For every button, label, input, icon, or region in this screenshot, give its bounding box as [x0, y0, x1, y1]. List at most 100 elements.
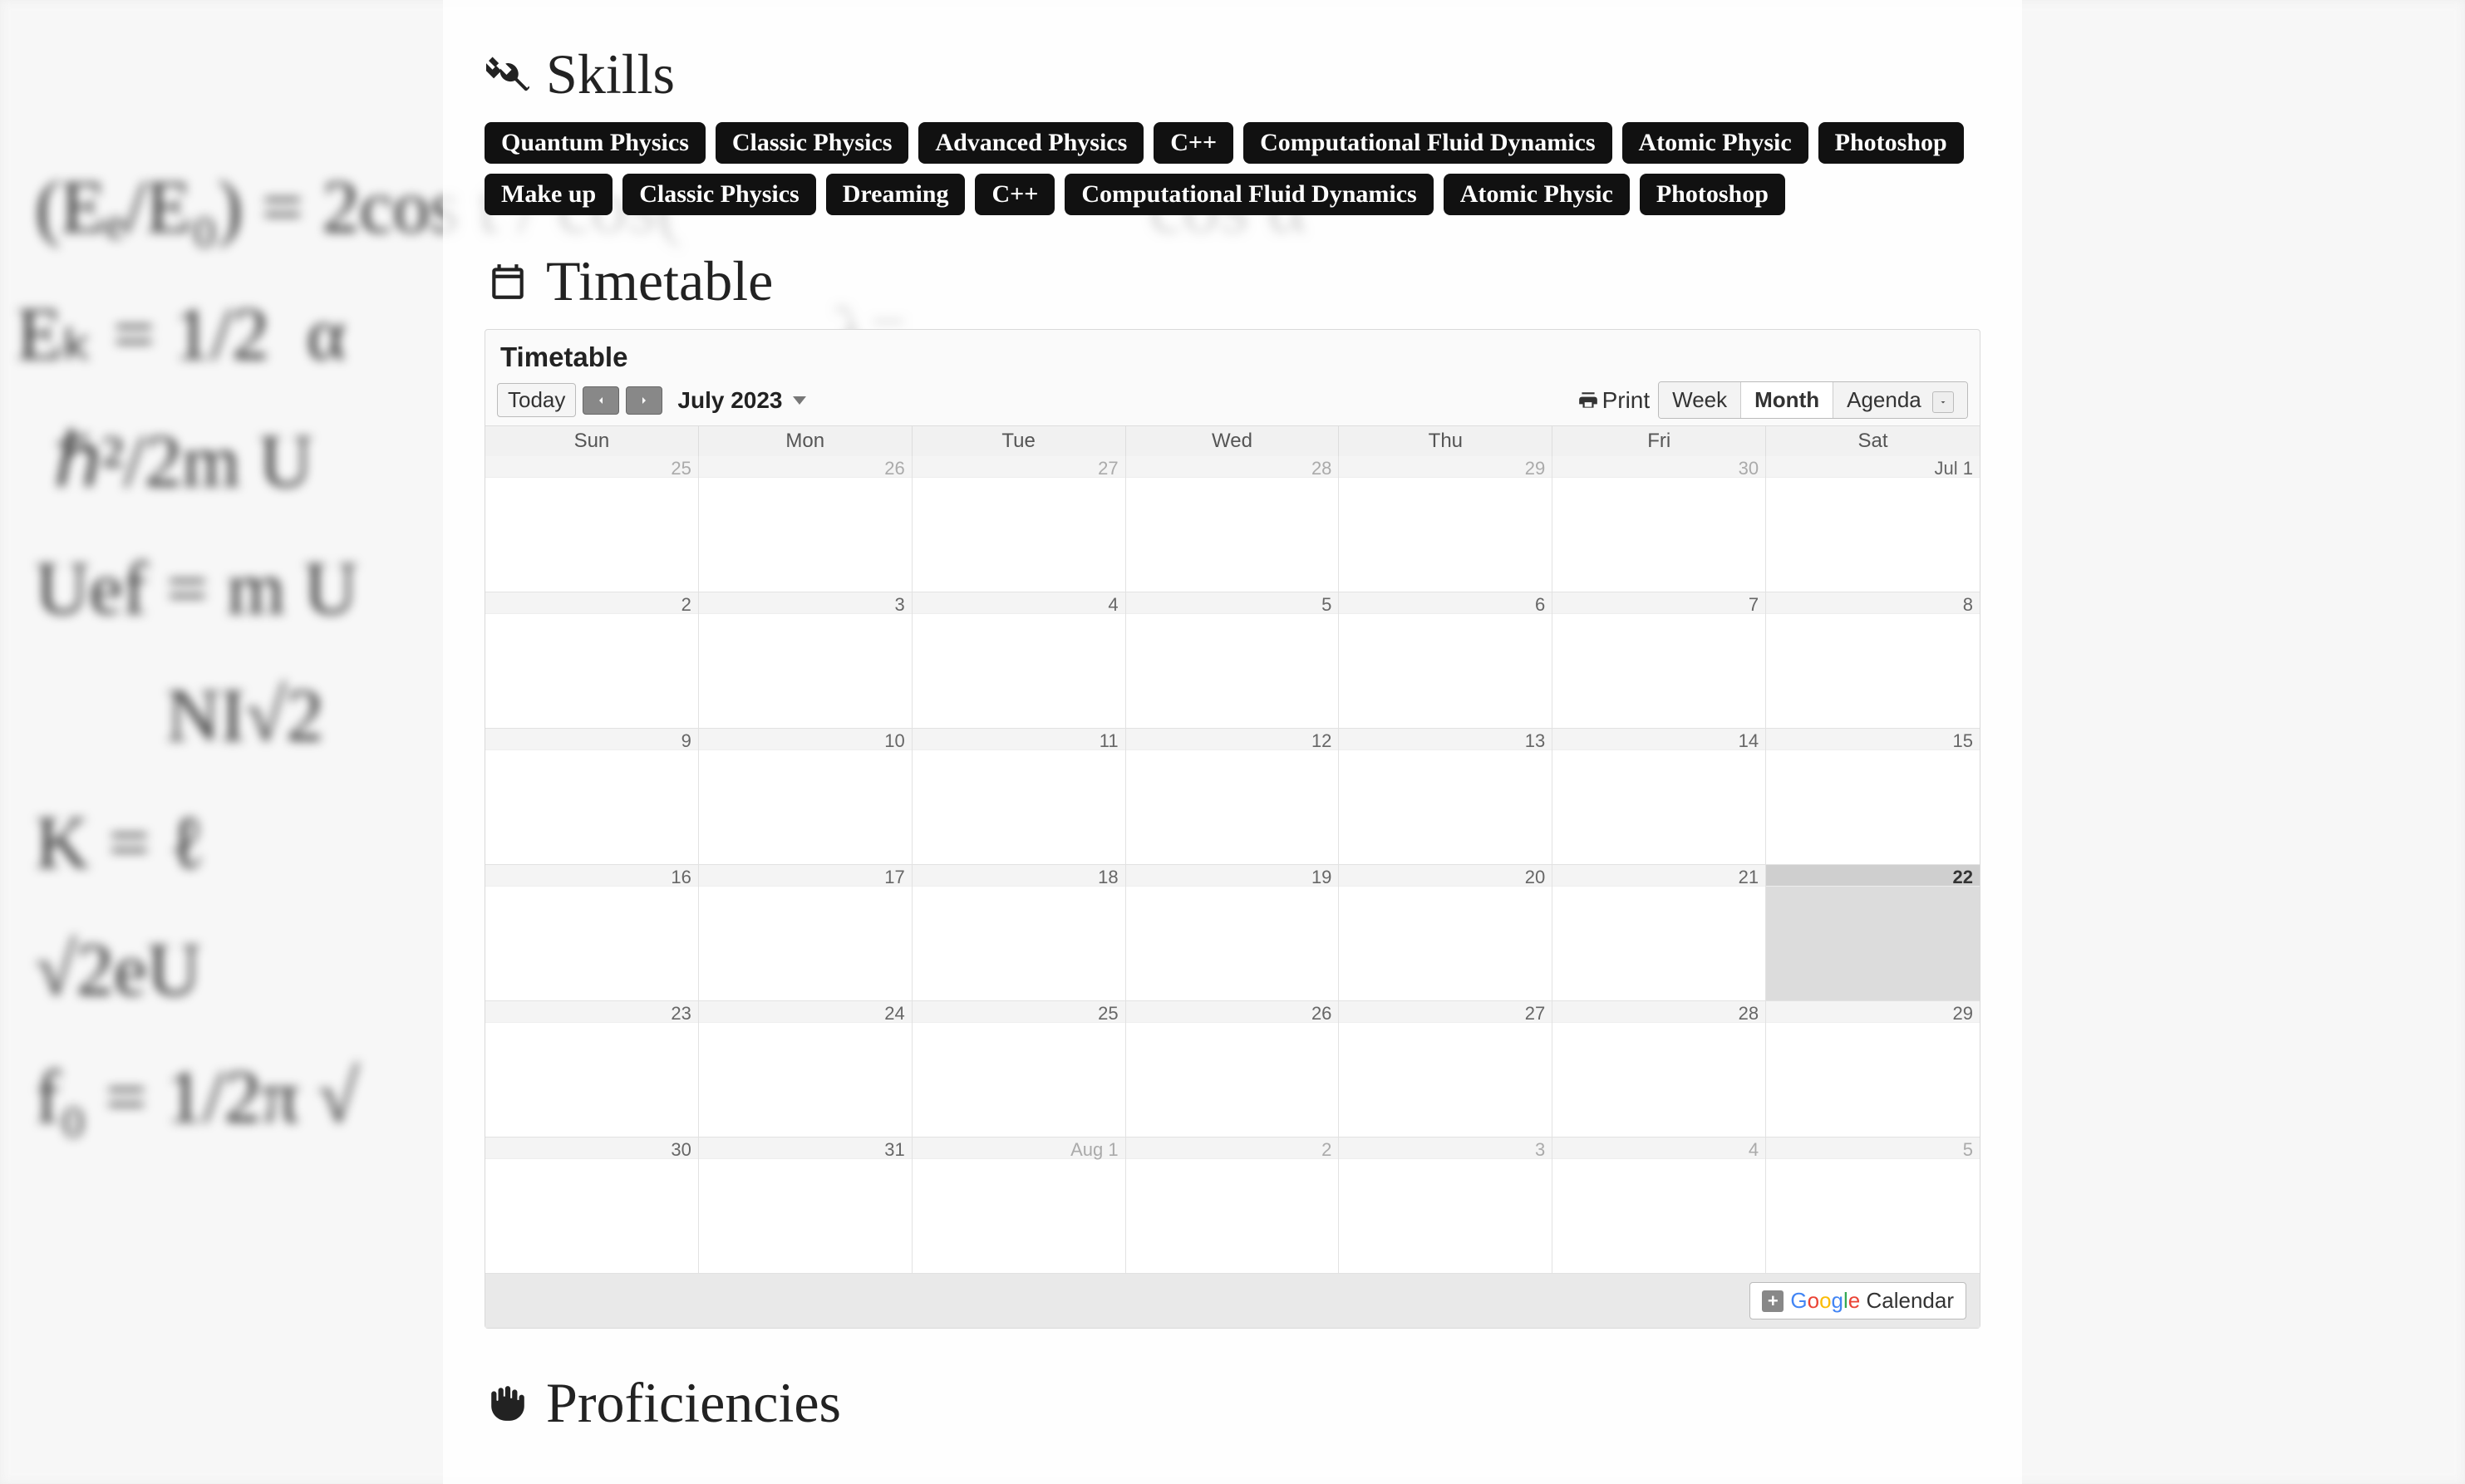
- calendar-week-row: 9101112131415: [485, 729, 1980, 865]
- calendar-day-cell[interactable]: 5: [1126, 592, 1340, 729]
- day-header: Fri: [1552, 426, 1766, 456]
- day-number: 5: [1766, 1138, 1980, 1159]
- calendar-day-cell[interactable]: 30: [1552, 456, 1766, 592]
- day-header: Sun: [485, 426, 699, 456]
- calendar-day-cell[interactable]: 25: [485, 456, 699, 592]
- calendar-day-cell[interactable]: 7: [1552, 592, 1766, 729]
- calendar-widget: Timetable Today July 2023 Print: [485, 329, 1980, 1329]
- calendar-day-cell[interactable]: 6: [1339, 592, 1552, 729]
- skill-tag: Atomic Physic: [1622, 122, 1808, 164]
- day-number: 30: [485, 1138, 698, 1159]
- skill-tag: Photoshop: [1818, 122, 1964, 164]
- skill-tag: Classic Physics: [622, 174, 816, 215]
- proficiencies-header: Proficiencies: [485, 1370, 1980, 1436]
- day-number: 3: [1339, 1138, 1552, 1159]
- calendar-day-cell[interactable]: 13: [1339, 729, 1552, 865]
- calendar-day-cell[interactable]: 4: [1552, 1138, 1766, 1274]
- add-to-google-calendar-button[interactable]: + Google Calendar: [1749, 1282, 1966, 1319]
- day-number: 29: [1766, 1001, 1980, 1023]
- day-number: 25: [485, 456, 698, 478]
- skills-tag-list: Quantum PhysicsClassic PhysicsAdvanced P…: [485, 122, 1980, 215]
- calendar-day-cell[interactable]: 21: [1552, 865, 1766, 1001]
- calendar-week-row: 16171819202122: [485, 865, 1980, 1001]
- calendar-day-cell[interactable]: 2: [1126, 1138, 1340, 1274]
- calendar-toolbar: Today July 2023 Print Week: [485, 378, 1980, 425]
- calendar-day-cell[interactable]: 9: [485, 729, 699, 865]
- calendar-day-cell[interactable]: 28: [1126, 456, 1340, 592]
- day-number: 20: [1339, 865, 1552, 887]
- calendar-day-cell[interactable]: 4: [913, 592, 1126, 729]
- calendar-week-row: 2345678: [485, 592, 1980, 729]
- calendar-day-cell[interactable]: 16: [485, 865, 699, 1001]
- calendar-day-cell[interactable]: 8: [1766, 592, 1980, 729]
- day-number: 24: [699, 1001, 912, 1023]
- calendar-day-cell[interactable]: 10: [699, 729, 913, 865]
- calendar-icon: [485, 258, 531, 305]
- calendar-day-cell[interactable]: 11: [913, 729, 1126, 865]
- timetable-title: Timetable: [546, 248, 773, 314]
- view-tab-agenda[interactable]: Agenda: [1833, 382, 1967, 418]
- month-selector[interactable]: July 2023: [677, 387, 805, 414]
- calendar-day-cell[interactable]: 30: [485, 1138, 699, 1274]
- skill-tag: Dreaming: [826, 174, 966, 215]
- day-number: Aug 1: [913, 1138, 1125, 1159]
- prev-month-button[interactable]: [583, 386, 619, 415]
- calendar-day-cell[interactable]: 31: [699, 1138, 913, 1274]
- skill-tag: Classic Physics: [716, 122, 909, 164]
- day-number: 16: [485, 865, 698, 887]
- skill-tag: C++: [975, 174, 1055, 215]
- calendar-day-cell[interactable]: 28: [1552, 1001, 1766, 1138]
- day-number: 31: [699, 1138, 912, 1159]
- today-button[interactable]: Today: [497, 383, 576, 417]
- day-header: Thu: [1339, 426, 1552, 456]
- skill-tag: Advanced Physics: [918, 122, 1144, 164]
- calendar-day-cell[interactable]: 17: [699, 865, 913, 1001]
- print-button[interactable]: Print: [1577, 387, 1651, 414]
- calendar-day-cell[interactable]: 3: [699, 592, 913, 729]
- calendar-day-cell[interactable]: 24: [699, 1001, 913, 1138]
- calendar-day-cell[interactable]: 3: [1339, 1138, 1552, 1274]
- calendar-day-cell[interactable]: 20: [1339, 865, 1552, 1001]
- calendar-day-cell[interactable]: Aug 1: [913, 1138, 1126, 1274]
- timetable-header: Timetable: [485, 248, 1980, 314]
- calendar-day-cell[interactable]: 25: [913, 1001, 1126, 1138]
- view-tab-month[interactable]: Month: [1741, 382, 1833, 418]
- chevron-down-icon: [793, 396, 806, 405]
- calendar-day-cell[interactable]: 19: [1126, 865, 1340, 1001]
- skill-tag: Computational Fluid Dynamics: [1243, 122, 1611, 164]
- calendar-day-cell[interactable]: 27: [913, 456, 1126, 592]
- day-number: 21: [1552, 865, 1765, 887]
- day-number: 23: [485, 1001, 698, 1023]
- day-header: Wed: [1126, 426, 1340, 456]
- skills-title: Skills: [546, 42, 675, 107]
- calendar-day-cell[interactable]: 29: [1766, 1001, 1980, 1138]
- print-icon: [1577, 390, 1599, 411]
- next-month-button[interactable]: [626, 386, 662, 415]
- calendar-day-cell[interactable]: Jul 1: [1766, 456, 1980, 592]
- day-number: 11: [913, 729, 1125, 750]
- calendar-day-cell[interactable]: 5: [1766, 1138, 1980, 1274]
- calendar-grid: SunMonTueWedThuFriSat 252627282930Jul 12…: [485, 425, 1980, 1274]
- day-number: 28: [1552, 1001, 1765, 1023]
- view-tabs: Week Month Agenda: [1658, 381, 1968, 419]
- calendar-day-cell[interactable]: 12: [1126, 729, 1340, 865]
- calendar-day-cell[interactable]: 15: [1766, 729, 1980, 865]
- day-number: 15: [1766, 729, 1980, 750]
- google-calendar-label: Google Calendar: [1790, 1288, 1954, 1314]
- calendar-day-headers: SunMonTueWedThuFriSat: [485, 426, 1980, 456]
- day-header: Tue: [913, 426, 1126, 456]
- skill-tag: Atomic Physic: [1444, 174, 1630, 215]
- calendar-day-cell[interactable]: 26: [1126, 1001, 1340, 1138]
- view-tab-week[interactable]: Week: [1659, 382, 1741, 418]
- calendar-day-cell[interactable]: 18: [913, 865, 1126, 1001]
- calendar-week-row: 3031Aug 12345: [485, 1138, 1980, 1274]
- calendar-day-cell[interactable]: 27: [1339, 1001, 1552, 1138]
- calendar-day-cell[interactable]: 22: [1766, 865, 1980, 1001]
- calendar-day-cell[interactable]: 2: [485, 592, 699, 729]
- calendar-day-cell[interactable]: 14: [1552, 729, 1766, 865]
- skill-tag: Computational Fluid Dynamics: [1065, 174, 1433, 215]
- calendar-day-cell[interactable]: 26: [699, 456, 913, 592]
- calendar-day-cell[interactable]: 29: [1339, 456, 1552, 592]
- day-number: 8: [1766, 592, 1980, 614]
- calendar-day-cell[interactable]: 23: [485, 1001, 699, 1138]
